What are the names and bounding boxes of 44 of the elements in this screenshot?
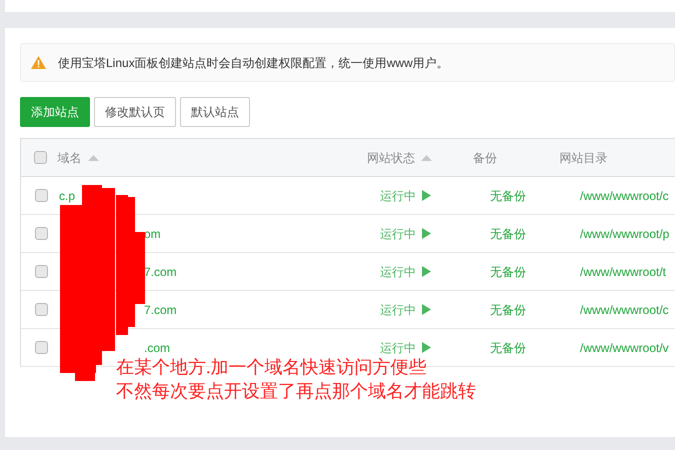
sort-up-icon[interactable] (88, 154, 99, 160)
domain-link[interactable]: c.p (59, 188, 76, 202)
play-icon[interactable] (422, 304, 431, 315)
play-icon[interactable] (422, 228, 431, 239)
checkbox[interactable] (34, 341, 48, 354)
toolbar-button[interactable]: 默认站点 (180, 97, 250, 127)
sort-up-icon[interactable] (420, 154, 432, 160)
play-icon[interactable] (422, 190, 431, 201)
directory-link[interactable]: /www/wwwroot/c (580, 302, 669, 316)
checkbox[interactable] (34, 265, 48, 278)
directory-link[interactable]: /www/wwwroot/t (580, 264, 666, 278)
backup-link[interactable]: 无备份 (490, 340, 526, 354)
column-header[interactable]: 网站状态 (366, 148, 415, 166)
domain-link[interactable]: 7.com (144, 264, 177, 278)
warning-icon (31, 56, 46, 69)
backup-link[interactable]: 无备份 (490, 302, 526, 316)
play-icon[interactable] (422, 266, 431, 277)
status-text[interactable]: 运行中 (380, 262, 416, 280)
column-header: 网站目录 (559, 150, 608, 166)
annotation-text: 不然每次要点开设置了再点那个域名才能跳转 (116, 380, 476, 403)
alert-text: 使用宝塔Linux面板创建站点时会自动创建权限配置，统一使用www用户。 (58, 54, 449, 72)
checkbox[interactable] (34, 227, 48, 240)
backup-link[interactable]: 无备份 (490, 226, 526, 240)
checkbox[interactable] (34, 189, 48, 202)
directory-link[interactable]: /www/wwwroot/v (580, 340, 669, 354)
domain-link[interactable]: 7.com (144, 302, 177, 316)
directory-link[interactable]: /www/wwwroot/p (580, 226, 670, 240)
backup-link[interactable]: 无备份 (490, 188, 526, 202)
annotation-text: 在某个地方.加一个域名快速访问方便些 (116, 356, 428, 379)
status-text[interactable]: 运行中 (380, 300, 416, 318)
checkbox[interactable] (34, 303, 48, 316)
checkbox[interactable] (34, 151, 47, 164)
domain-link[interactable]: .com (144, 340, 170, 354)
column-header[interactable]: 域名 (58, 148, 82, 166)
status-text[interactable]: 运行中 (380, 186, 416, 204)
play-icon[interactable] (422, 342, 431, 353)
status-text[interactable]: 运行中 (380, 338, 416, 356)
backup-link[interactable]: 无备份 (490, 264, 526, 278)
domain-link[interactable]: om (144, 226, 161, 240)
status-text[interactable]: 运行中 (380, 224, 416, 242)
column-header: 备份 (472, 150, 497, 166)
toolbar-button[interactable]: 修改默认页 (94, 97, 176, 127)
directory-link[interactable]: /www/wwwroot/c (580, 188, 669, 202)
toolbar-button[interactable]: 添加站点 (20, 97, 90, 127)
